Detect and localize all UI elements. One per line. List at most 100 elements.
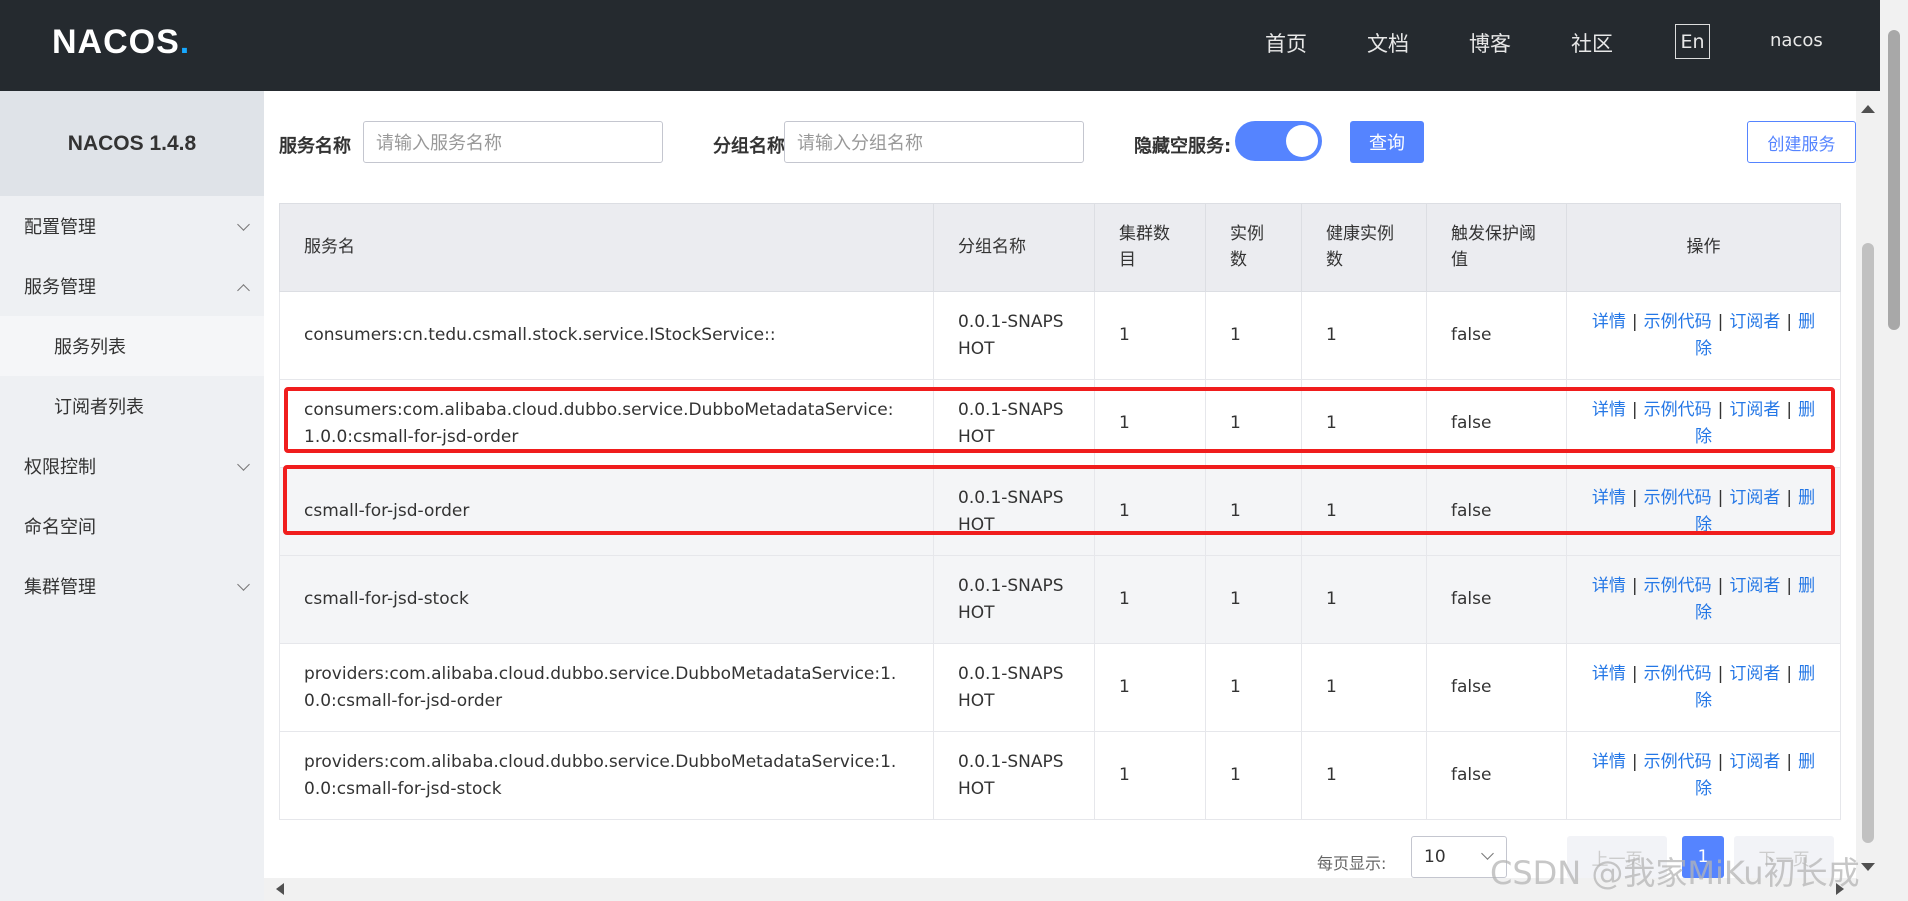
window-scrollbar[interactable]	[1880, 0, 1908, 901]
sidebar-item-service-management[interactable]: 服务管理	[0, 256, 264, 316]
cell-healthy: 1	[1301, 643, 1427, 732]
action-separator: |	[1717, 312, 1724, 333]
scroll-left-icon[interactable]	[276, 883, 284, 895]
content-scrollbar[interactable]	[1856, 91, 1880, 901]
detail-link[interactable]: 详情	[1592, 752, 1626, 772]
window-scrollbar-thumb[interactable]	[1888, 30, 1900, 330]
table-row: providers:com.alibaba.cloud.dubbo.servic…	[279, 643, 1841, 732]
toggle-knob	[1286, 125, 1318, 157]
cell-service-name: csmall-for-jsd-stock	[279, 555, 934, 644]
cell-instances: 1	[1205, 731, 1302, 820]
sidebar-item-label: 服务管理	[24, 277, 96, 298]
sample-code-link[interactable]: 示例代码	[1644, 576, 1712, 596]
subscriber-link[interactable]: 订阅者	[1729, 576, 1780, 596]
sidebar-item-label: 权限控制	[24, 457, 96, 478]
hide-empty-toggle[interactable]	[1235, 121, 1322, 161]
cell-threshold: false	[1426, 731, 1567, 820]
cell-healthy: 1	[1301, 291, 1427, 380]
col-header-actions: 操作	[1566, 203, 1841, 292]
chevron-down-icon	[237, 218, 250, 231]
chevron-down-icon	[237, 578, 250, 591]
chevron-up-icon	[237, 284, 250, 297]
sidebar-item-namespace[interactable]: 命名空间	[0, 496, 264, 556]
col-header-instances: 实例数	[1205, 203, 1302, 292]
cell-clusters: 1	[1094, 555, 1206, 644]
table-row: csmall-for-jsd-stock 0.0.1-SNAPSHOT 1 1 1 fal…	[279, 555, 1841, 644]
subscriber-link[interactable]: 订阅者	[1729, 664, 1780, 684]
col-header-healthy: 健康实例数	[1301, 203, 1427, 292]
cell-instances: 1	[1205, 291, 1302, 380]
sidebar: NACOS 1.4.8 配置管理 服务管理 服务列表 订阅者列表 权限控制 命名…	[0, 91, 264, 901]
per-page-value: 10	[1424, 847, 1446, 867]
cell-group: 0.0.1-SNAPSHOT	[933, 291, 1095, 380]
nav-home[interactable]: 首页	[1265, 28, 1307, 58]
highlight-box-order	[284, 387, 1835, 453]
nav-community[interactable]: 社区	[1571, 28, 1613, 58]
sidebar-item-subscriber-list[interactable]: 订阅者列表	[0, 376, 264, 436]
cell-threshold: false	[1426, 555, 1567, 644]
cell-healthy: 1	[1301, 731, 1427, 820]
nav-blog[interactable]: 博客	[1469, 28, 1511, 58]
action-separator: |	[1717, 576, 1724, 597]
detail-link[interactable]: 详情	[1592, 312, 1626, 332]
table-header-row: 服务名 分组名称 集群数目 实例数 健康实例数 触发保护阈值 操作	[279, 203, 1841, 292]
detail-link[interactable]: 详情	[1592, 576, 1626, 596]
cell-instances: 1	[1205, 555, 1302, 644]
user-menu[interactable]: nacos	[1770, 30, 1823, 51]
sidebar-item-config-management[interactable]: 配置管理	[0, 196, 264, 256]
cell-clusters: 1	[1094, 731, 1206, 820]
scroll-up-icon[interactable]	[1861, 105, 1875, 113]
col-header-threshold: 触发保护阈值	[1426, 203, 1567, 292]
sidebar-item-service-list[interactable]: 服务列表	[0, 316, 264, 376]
service-name-label: 服务名称	[279, 136, 351, 157]
chevron-down-icon	[237, 458, 250, 471]
cell-threshold: false	[1426, 291, 1567, 380]
cell-actions: 详情 | 示例代码 | 订阅者 | 删除	[1566, 555, 1841, 644]
language-switch-button[interactable]: En	[1675, 24, 1710, 59]
cell-group: 0.0.1-SNAPSHOT	[933, 643, 1095, 732]
per-page-label: 每页显示:	[1317, 854, 1387, 873]
action-separator: |	[1631, 664, 1638, 685]
action-separator: |	[1631, 576, 1638, 597]
cell-actions: 详情 | 示例代码 | 订阅者 | 删除	[1566, 291, 1841, 380]
filter-bar: 服务名称 请输入服务名称 分组名称 请输入分组名称 隐藏空服务: 查询 创建服务	[279, 121, 1856, 166]
create-service-button[interactable]: 创建服务	[1747, 121, 1856, 163]
action-separator: |	[1717, 664, 1724, 685]
logo-dot: .	[179, 22, 191, 61]
sidebar-item-label: 命名空间	[24, 517, 96, 538]
csdn-watermark: CSDN @我家MiKu初长成	[1490, 854, 1860, 892]
col-header-clusters: 集群数目	[1094, 203, 1206, 292]
nacos-logo[interactable]: NACOS.	[52, 22, 190, 62]
action-separator: |	[1631, 752, 1638, 773]
scrollbar-thumb[interactable]	[1862, 243, 1874, 843]
subscriber-link[interactable]: 订阅者	[1729, 312, 1780, 332]
cell-actions: 详情 | 示例代码 | 订阅者 | 删除	[1566, 643, 1841, 732]
query-button[interactable]: 查询	[1350, 121, 1424, 163]
top-navbar: NACOS. 首页 文档 博客 社区 En nacos	[0, 0, 1880, 91]
detail-link[interactable]: 详情	[1592, 664, 1626, 684]
cell-group: 0.0.1-SNAPSHOT	[933, 555, 1095, 644]
scroll-down-icon[interactable]	[1861, 863, 1875, 871]
cell-threshold: false	[1426, 643, 1567, 732]
cell-healthy: 1	[1301, 555, 1427, 644]
logo-text: NACOS	[52, 22, 180, 61]
service-name-input[interactable]: 请输入服务名称	[363, 121, 663, 163]
sidebar-item-label: 服务列表	[54, 337, 126, 358]
sidebar-title: NACOS 1.4.8	[0, 91, 264, 196]
cell-clusters: 1	[1094, 643, 1206, 732]
group-name-input[interactable]: 请输入分组名称	[784, 121, 1084, 163]
action-separator: |	[1786, 664, 1793, 685]
cell-clusters: 1	[1094, 291, 1206, 380]
action-separator: |	[1786, 312, 1793, 333]
cell-group: 0.0.1-SNAPSHOT	[933, 731, 1095, 820]
sample-code-link[interactable]: 示例代码	[1644, 312, 1712, 332]
subscriber-link[interactable]: 订阅者	[1729, 752, 1780, 772]
action-separator: |	[1631, 312, 1638, 333]
sidebar-item-permission-control[interactable]: 权限控制	[0, 436, 264, 496]
action-separator: |	[1717, 752, 1724, 773]
sample-code-link[interactable]: 示例代码	[1644, 752, 1712, 772]
nav-docs[interactable]: 文档	[1367, 28, 1409, 58]
sidebar-item-cluster-management[interactable]: 集群管理	[0, 556, 264, 616]
sample-code-link[interactable]: 示例代码	[1644, 664, 1712, 684]
cell-service-name: providers:com.alibaba.cloud.dubbo.servic…	[279, 643, 934, 732]
